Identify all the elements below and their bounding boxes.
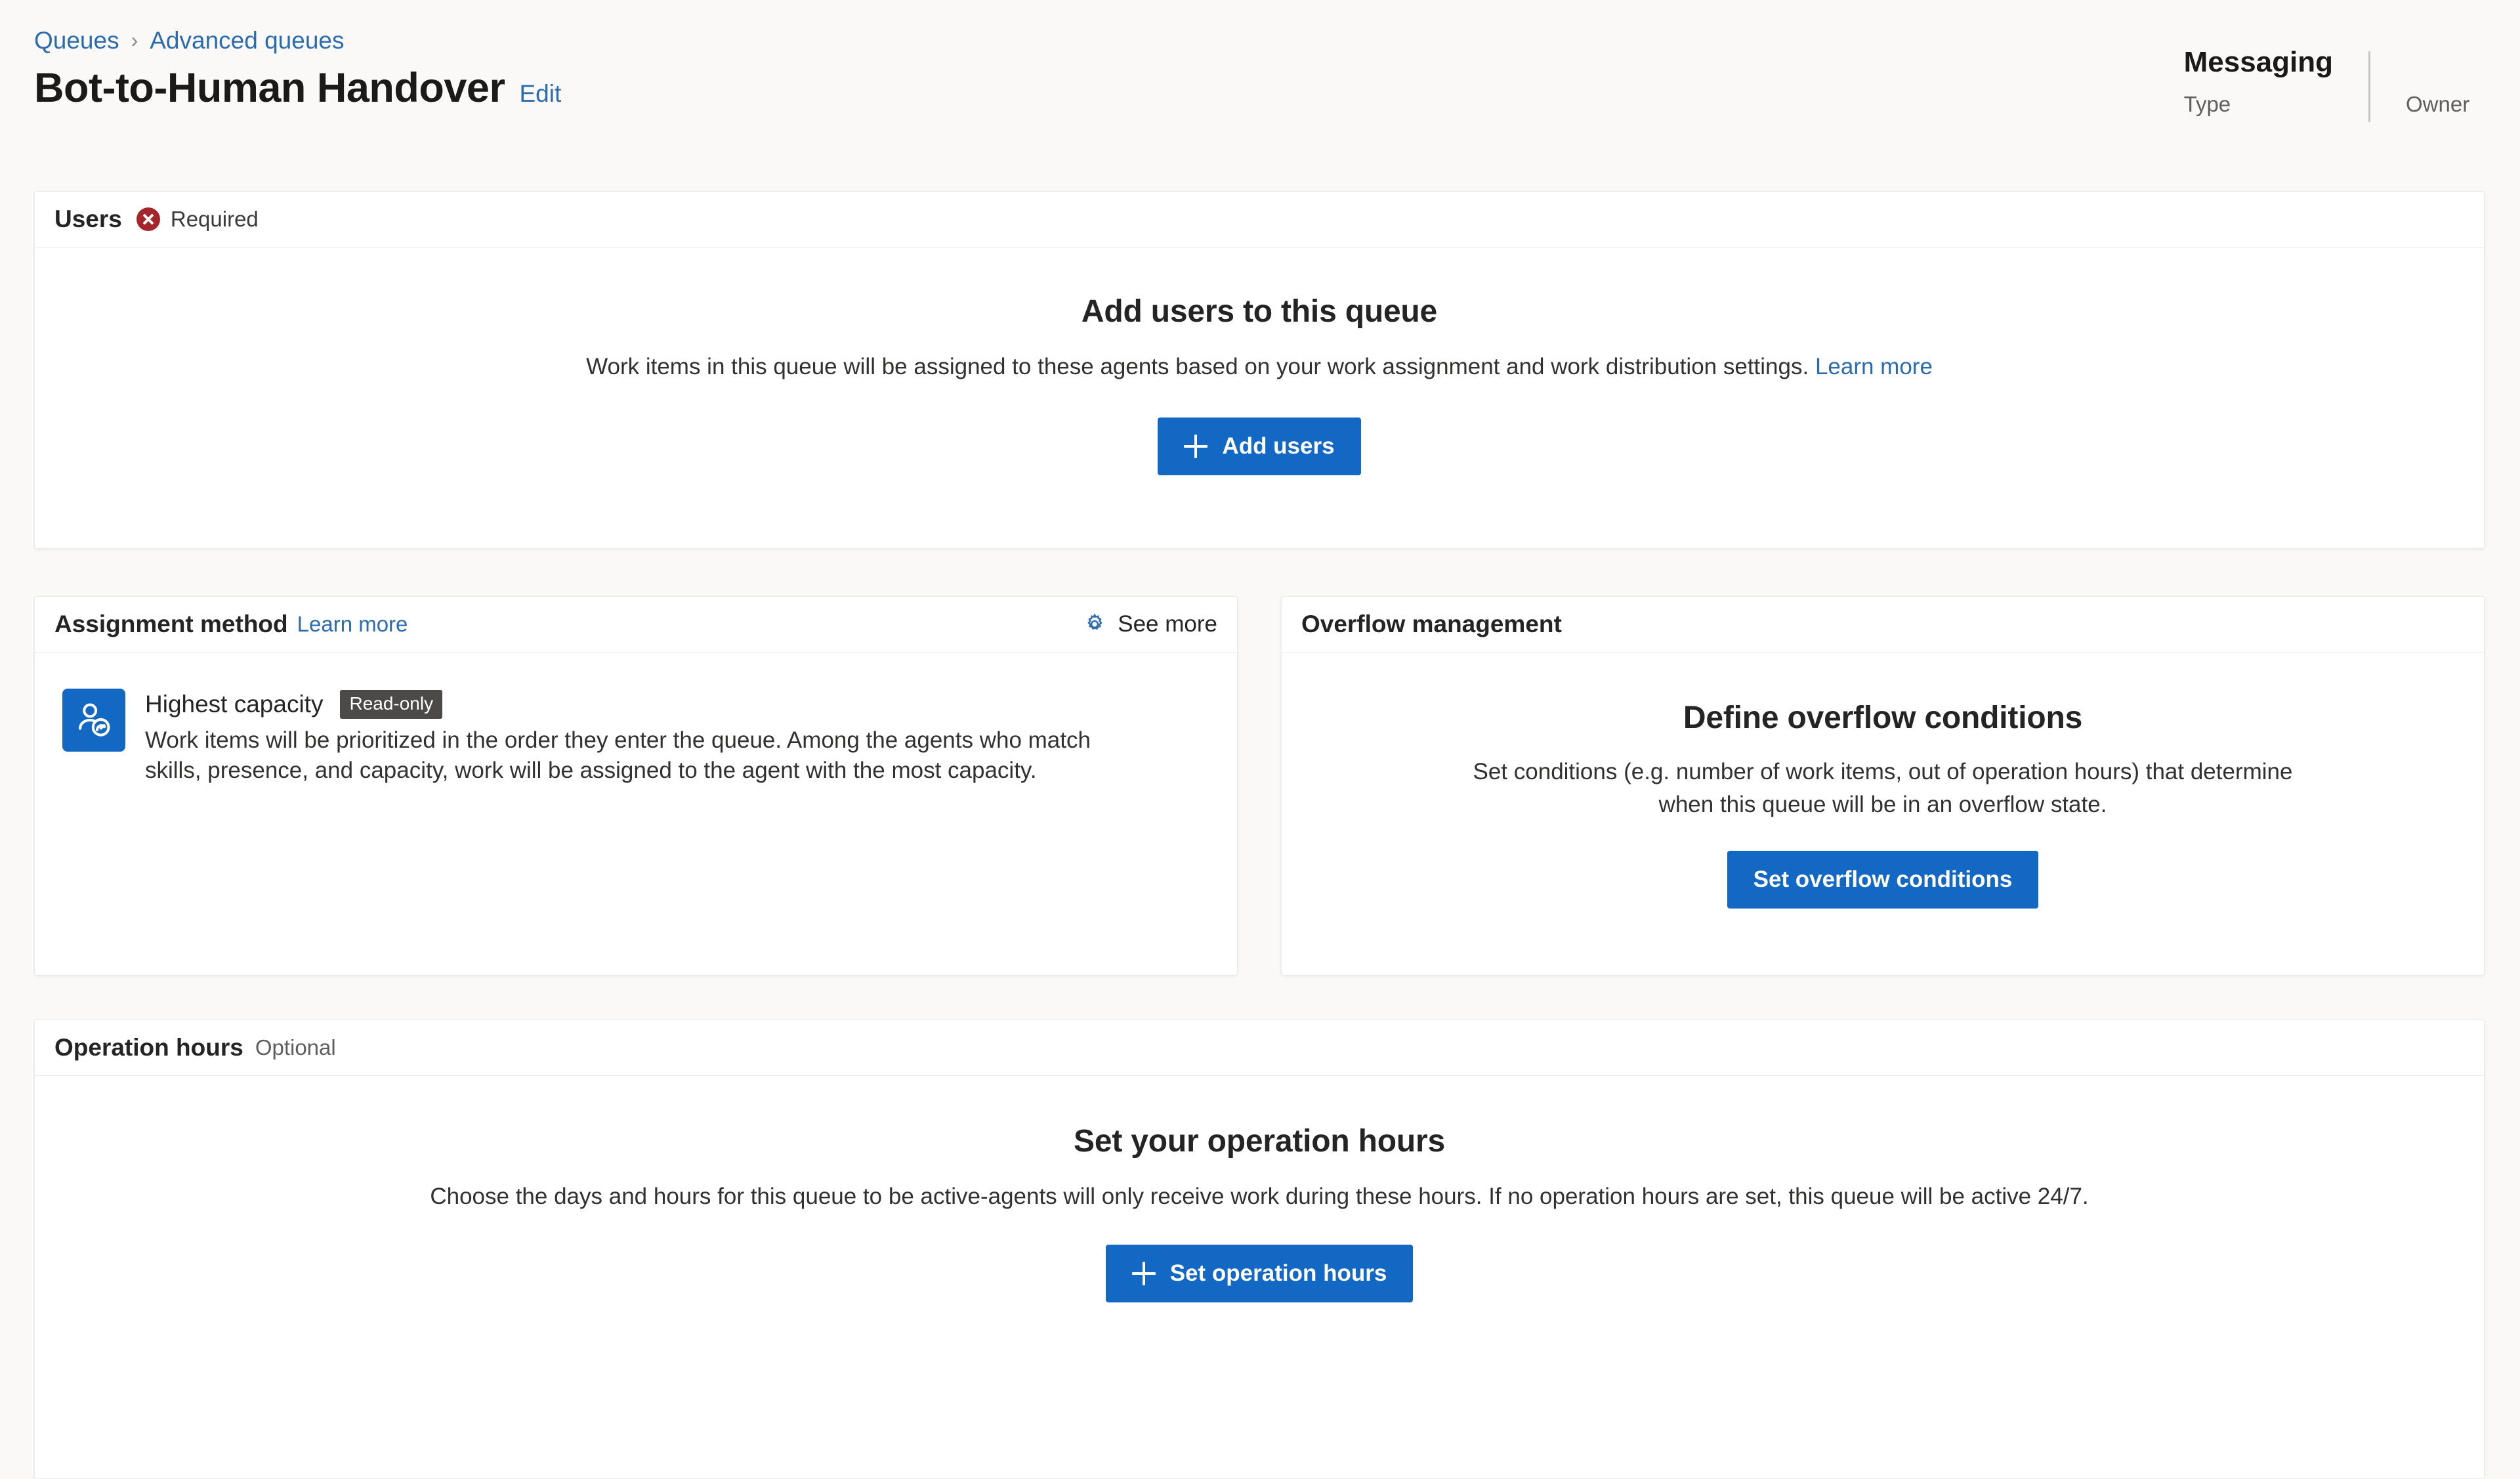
users-empty-title: Add users to this queue xyxy=(1081,294,1438,329)
set-overflow-conditions-label: Set overflow conditions xyxy=(1753,867,2013,893)
operation-hours-card: Operation hours Optional Set your operat… xyxy=(34,1019,2485,1479)
user-capacity-glyph xyxy=(79,703,110,737)
page-header: Queues › Advanced queues Bot-to-Human Ha… xyxy=(0,0,2520,172)
assignment-card-header: Assignment method Learn more See more xyxy=(35,597,1237,653)
users-card-title: Users xyxy=(54,205,122,232)
operation-hours-optional-label: Optional xyxy=(255,1035,336,1060)
assignment-learn-more-link[interactable]: Learn more xyxy=(297,612,408,637)
set-operation-hours-label: Set operation hours xyxy=(1169,1260,1387,1286)
breadcrumb-item-advanced-queues[interactable]: Advanced queues xyxy=(150,26,344,55)
users-empty-desc: Work items in this queue will be assigne… xyxy=(586,351,1933,383)
set-overflow-conditions-button[interactable]: Set overflow conditions xyxy=(1727,851,2039,909)
assignment-method-text: Highest capacity Read-only Work items wi… xyxy=(145,689,1209,785)
users-card: Users Required Add users to this queue W… xyxy=(34,191,2485,549)
operation-hours-card-header: Operation hours Optional xyxy=(35,1020,2484,1076)
header-meta: Messaging Type Owner xyxy=(2149,46,2520,131)
breadcrumb-separator-icon: › xyxy=(131,28,138,52)
title-row: Bot-to-Human Handover Edit xyxy=(34,64,561,112)
overflow-card-title: Overflow management xyxy=(1301,611,1562,637)
add-users-button-label: Add users xyxy=(1222,433,1335,459)
users-card-header: Users Required xyxy=(35,192,2484,247)
breadcrumb: Queues › Advanced queues xyxy=(34,26,345,55)
assignment-method-title: Highest capacity xyxy=(145,691,324,718)
meta-type-value: Messaging xyxy=(2183,46,2333,78)
meta-owner-label: Owner xyxy=(2406,92,2470,116)
queue-detail-page: Queues › Advanced queues Bot-to-Human Ha… xyxy=(0,0,2520,1479)
see-more-button[interactable]: See more xyxy=(1082,611,1217,637)
page-title: Bot-to-Human Handover xyxy=(34,65,505,111)
edit-title-link[interactable]: Edit xyxy=(519,80,561,108)
see-more-label: See more xyxy=(1118,611,1217,637)
assignment-method-title-row: Highest capacity Read-only xyxy=(145,690,1209,719)
users-required-label: Required xyxy=(170,207,259,231)
breadcrumb-item-queues[interactable]: Queues xyxy=(34,26,119,55)
overflow-empty-state: Define overflow conditions Set condition… xyxy=(1282,653,2484,909)
set-operation-hours-button[interactable]: Set operation hours xyxy=(1105,1244,1414,1302)
users-required-badge: Required xyxy=(136,207,259,232)
plus-icon xyxy=(1131,1261,1156,1285)
overflow-empty-desc: Set conditions (e.g. number of work item… xyxy=(1473,759,2293,817)
overflow-management-card: Overflow management Define overflow cond… xyxy=(1281,596,2485,975)
read-only-badge: Read-only xyxy=(340,690,443,719)
plus-icon xyxy=(1184,434,1208,458)
overflow-card-header: Overflow management xyxy=(1282,597,2484,653)
users-empty-state: Add users to this queue Work items in th… xyxy=(35,247,2484,475)
gear-icon xyxy=(1087,613,1102,630)
operation-hours-empty-state: Set your operation hours Choose the days… xyxy=(35,1076,2484,1302)
operation-hours-card-title: Operation hours xyxy=(54,1034,243,1061)
error-circle-icon xyxy=(136,207,160,231)
meta-type-label: Type xyxy=(2183,92,2231,116)
user-capacity-icon xyxy=(62,689,125,752)
users-empty-desc-text: Work items in this queue will be assigne… xyxy=(586,354,1809,379)
meta-type: Messaging Type xyxy=(2149,46,2368,131)
meta-owner: Owner xyxy=(2370,46,2520,131)
operation-hours-empty-title: Set your operation hours xyxy=(1074,1124,1445,1159)
add-users-button[interactable]: Add users xyxy=(1158,417,1361,475)
assignment-method-body: Highest capacity Read-only Work items wi… xyxy=(35,653,1237,785)
assignment-card-title: Assignment method xyxy=(54,611,288,637)
users-learn-more-link[interactable]: Learn more xyxy=(1815,354,1933,379)
assignment-method-description: Work items will be prioritized in the or… xyxy=(145,727,1091,783)
operation-hours-empty-desc: Choose the days and hours for this queue… xyxy=(430,1184,2089,1209)
assignment-method-card: Assignment method Learn more See more Hi… xyxy=(34,596,1238,975)
overflow-empty-title: Define overflow conditions xyxy=(1683,700,2083,735)
